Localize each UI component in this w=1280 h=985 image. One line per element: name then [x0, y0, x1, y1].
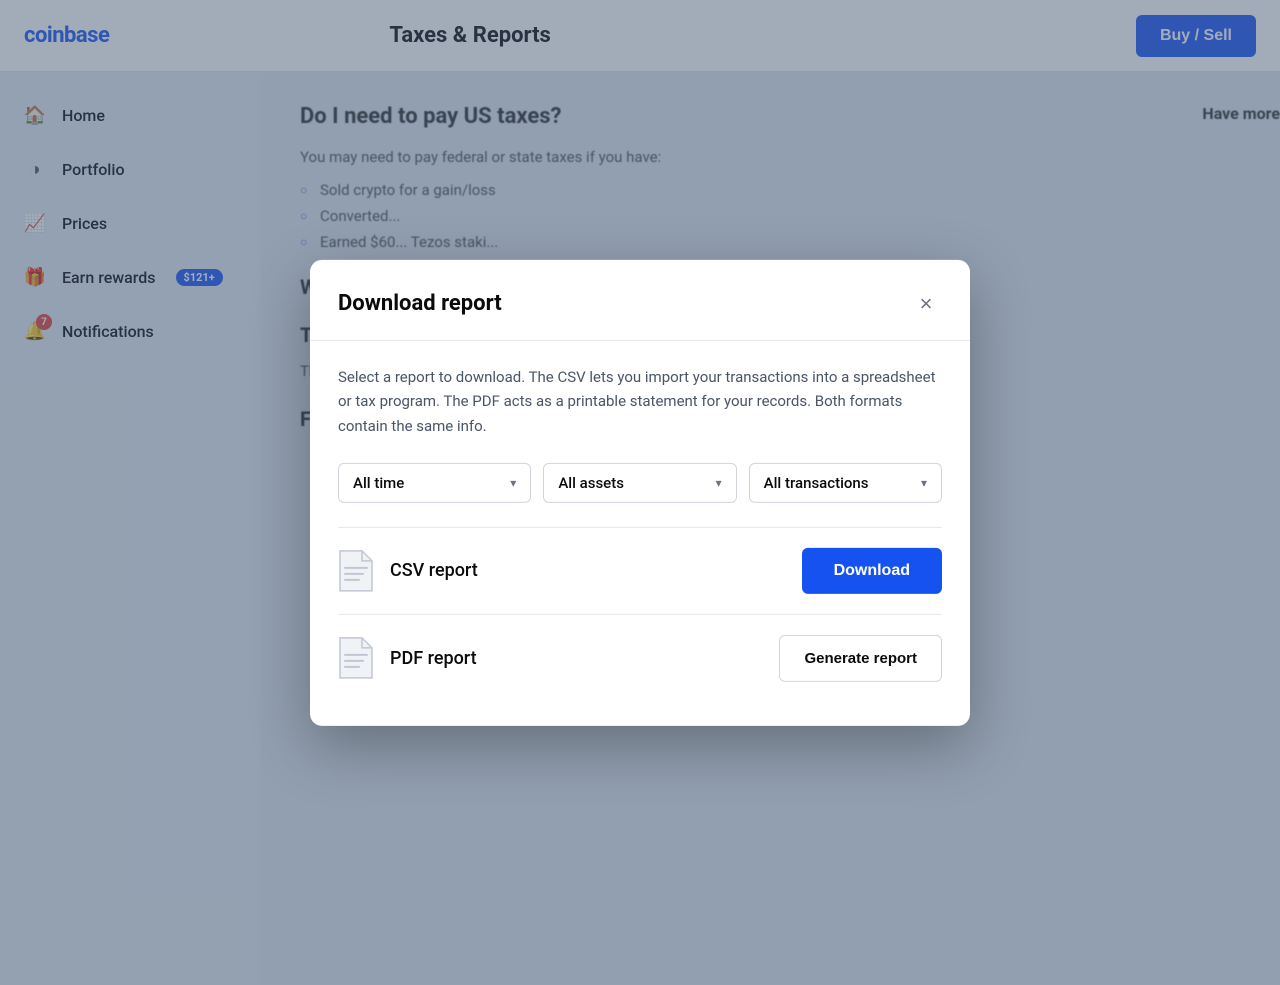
transactions-dropdown[interactable]: All transactions ▾ [749, 463, 942, 503]
time-dropdown-label: All time [353, 474, 404, 492]
pdf-report-info: PDF report [338, 636, 477, 680]
download-csv-button[interactable]: Download [802, 548, 942, 594]
download-report-modal: Download report × Select a report to dow… [310, 259, 970, 725]
assets-dropdown-label: All assets [558, 474, 624, 492]
chevron-down-icon: ▾ [510, 476, 516, 490]
modal-body: Select a report to download. The CSV let… [310, 340, 970, 725]
close-button[interactable]: × [910, 287, 942, 319]
time-dropdown[interactable]: All time ▾ [338, 463, 531, 503]
generate-report-button[interactable]: Generate report [779, 635, 942, 682]
pdf-report-row: PDF report Generate report [338, 614, 942, 702]
transactions-dropdown-label: All transactions [764, 474, 869, 492]
csv-report-name: CSV report [390, 560, 478, 581]
csv-file-icon [338, 549, 374, 593]
csv-report-info: CSV report [338, 549, 478, 593]
modal-description: Select a report to download. The CSV let… [338, 364, 942, 438]
modal-header: Download report × [310, 259, 970, 340]
chevron-down-icon: ▾ [921, 476, 927, 490]
pdf-file-icon [338, 636, 374, 680]
modal-title: Download report [338, 291, 502, 316]
csv-report-row: CSV report Download [338, 527, 942, 614]
assets-dropdown[interactable]: All assets ▾ [543, 463, 736, 503]
pdf-report-name: PDF report [390, 648, 477, 669]
dropdowns-row: All time ▾ All assets ▾ All transactions… [338, 463, 942, 503]
chevron-down-icon: ▾ [716, 476, 722, 490]
